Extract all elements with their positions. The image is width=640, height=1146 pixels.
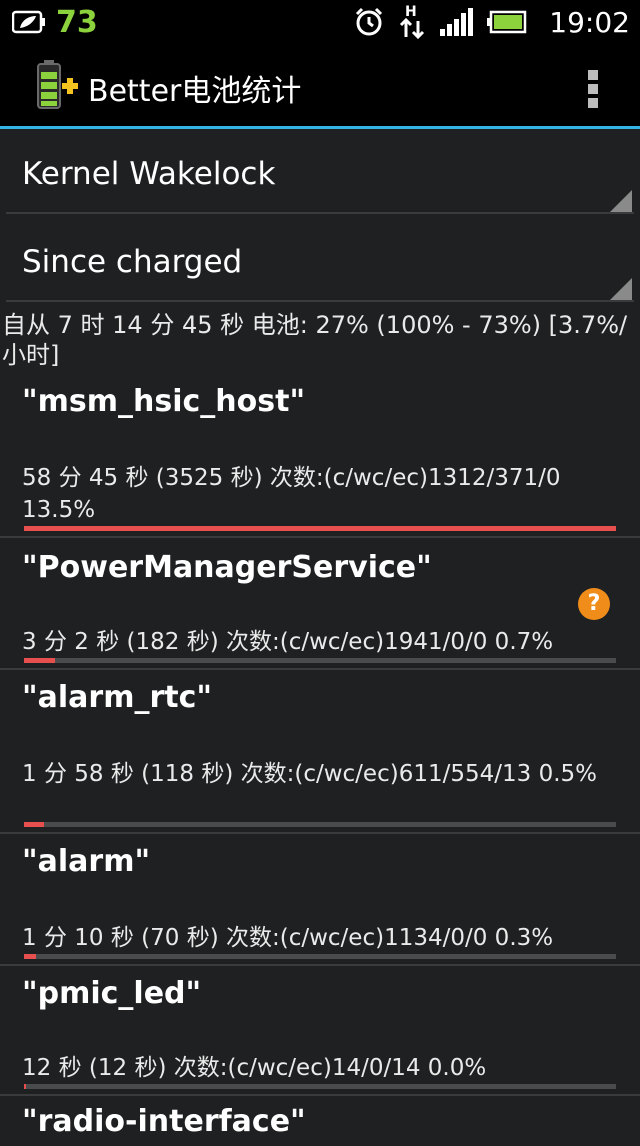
usage-bar-fill <box>24 1084 27 1089</box>
usage-bar-fill <box>24 822 45 827</box>
hspa-data-icon: H <box>400 4 425 40</box>
list-item[interactable]: "alarm" 1 分 10 秒 (70 秒) 次数:(c/wc/ec)1134… <box>0 834 640 966</box>
action-bar: Better电池统计 <box>0 44 640 126</box>
list-item[interactable]: "pmic_led" 12 秒 (12 秒) 次数:(c/wc/ec)14/0/… <box>0 966 640 1096</box>
svg-text:H: H <box>405 4 417 20</box>
clock-text: 19:02 <box>549 5 630 39</box>
app-title: Better电池统计 <box>88 74 302 109</box>
summary-text: 自从 7 时 14 分 45 秒 电池: 27% (100% - 73%) [3… <box>2 311 628 369</box>
item-stats: 1 分 58 秒 (118 秒) 次数:(c/wc/ec)611/554/13 … <box>22 761 598 787</box>
usage-bar <box>24 1084 616 1089</box>
item-stats: 12 秒 (12 秒) 次数:(c/wc/ec)14/0/14 0.0% <box>22 1055 487 1081</box>
usage-bar-fill <box>24 526 616 531</box>
app-battery-plus-icon[interactable] <box>34 60 80 112</box>
item-name: "radio-interface" <box>22 1104 306 1139</box>
since-spinner[interactable]: Since charged <box>6 216 634 302</box>
usage-bar-fill <box>24 658 55 663</box>
item-name: "alarm" <box>22 844 151 879</box>
status-bar: 73 H 19:02 <box>0 0 640 44</box>
usage-bar <box>24 526 616 531</box>
item-name: "pmic_led" <box>22 976 202 1011</box>
since-label: Since charged <box>22 244 243 280</box>
battery-level-text: 73 <box>56 4 98 40</box>
item-name: "alarm_rtc" <box>22 680 213 715</box>
list-item[interactable]: "radio-interface" <box>0 1096 640 1146</box>
usage-bar <box>24 954 616 959</box>
battery-icon <box>487 10 527 34</box>
item-stats: 58 分 45 秒 (3525 秒) 次数:(c/wc/ec)1312/371/… <box>22 465 561 523</box>
help-icon[interactable]: ? <box>578 588 610 620</box>
alarm-icon <box>356 7 383 36</box>
usage-bar <box>24 822 616 827</box>
stat-type-spinner[interactable]: Kernel Wakelock <box>6 128 634 214</box>
dropdown-triangle-icon <box>610 190 632 212</box>
overflow-menu-icon[interactable] <box>588 70 600 108</box>
signal-icon <box>440 8 474 36</box>
item-name: "PowerManagerService" <box>22 550 432 585</box>
list-item[interactable]: "PowerManagerService" ? 3 分 2 秒 (182 秒) … <box>0 538 640 670</box>
list-item[interactable]: "msm_hsic_host" 58 分 45 秒 (3525 秒) 次数:(c… <box>0 372 640 538</box>
stat-type-label: Kernel Wakelock <box>22 156 276 192</box>
usage-bar <box>24 658 616 663</box>
leaf-battery-icon <box>12 10 45 34</box>
wakelock-list: "msm_hsic_host" 58 分 45 秒 (3525 秒) 次数:(c… <box>0 372 640 1146</box>
dropdown-triangle-icon <box>610 278 632 300</box>
list-item[interactable]: "alarm_rtc" 1 分 58 秒 (118 秒) 次数:(c/wc/ec… <box>0 670 640 834</box>
item-stats: 1 分 10 秒 (70 秒) 次数:(c/wc/ec)1134/0/0 0.3… <box>22 925 554 951</box>
usage-bar-fill <box>24 954 36 959</box>
item-stats: 3 分 2 秒 (182 秒) 次数:(c/wc/ec)1941/0/0 0.7… <box>22 629 554 655</box>
item-name: "msm_hsic_host" <box>22 384 306 419</box>
